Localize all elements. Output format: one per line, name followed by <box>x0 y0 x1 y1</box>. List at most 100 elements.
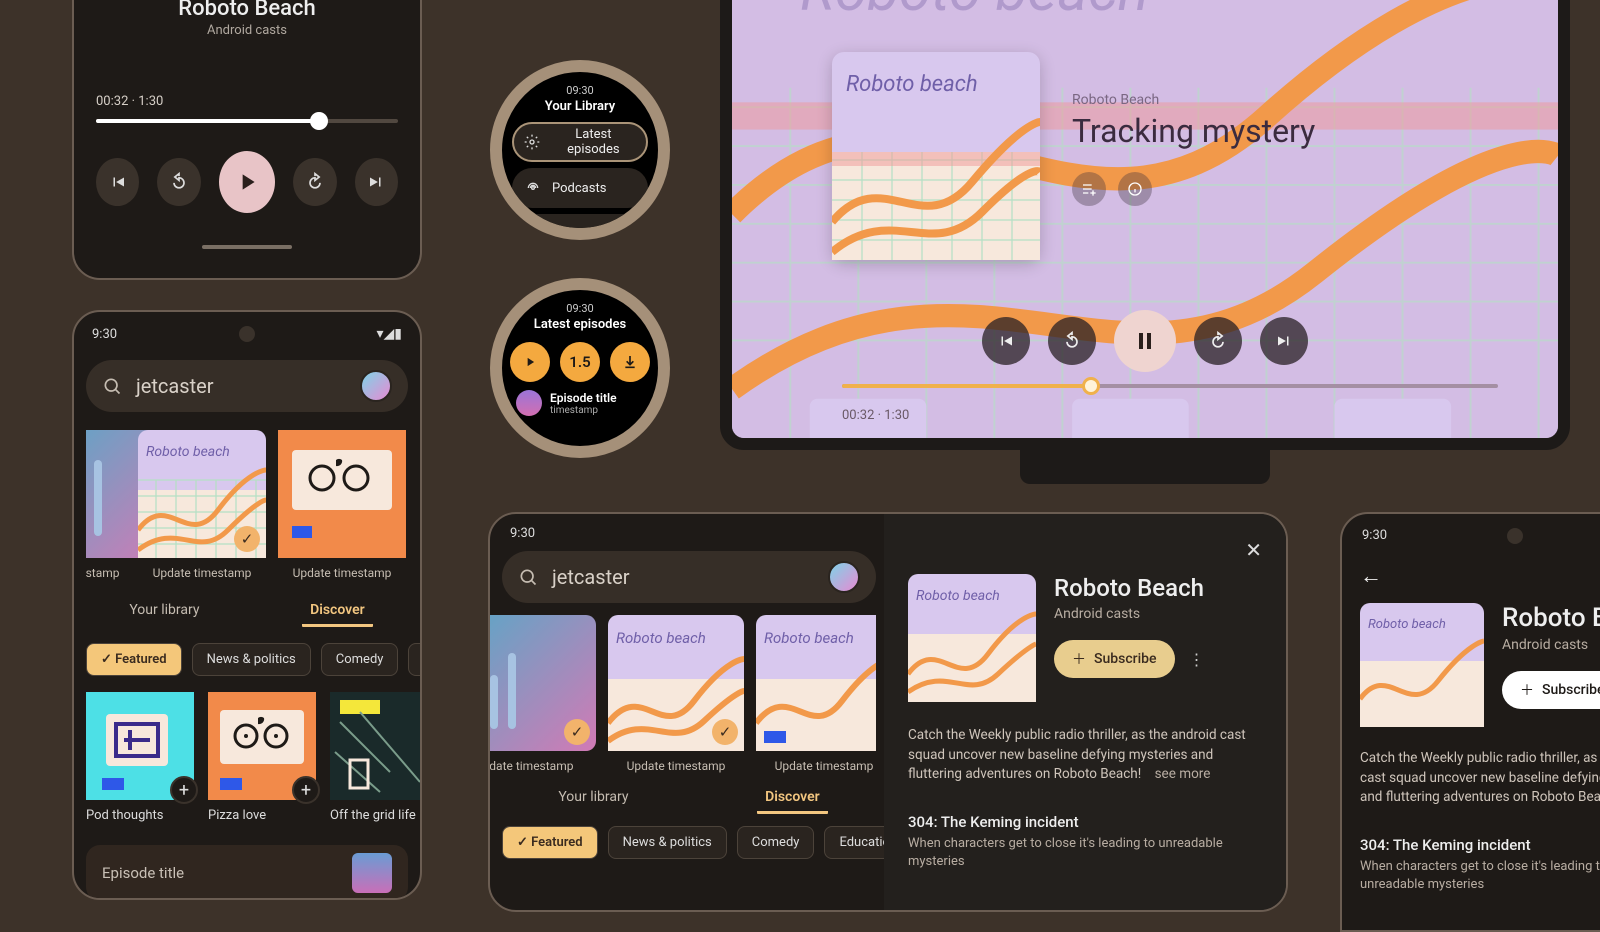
tab-library[interactable]: Your library <box>121 596 207 627</box>
player-title: Roboto Beach <box>96 0 398 21</box>
episode-desc: When characters get to close it's leadin… <box>908 835 1262 871</box>
tab-discover[interactable]: Discover <box>302 596 373 627</box>
grid-card[interactable]: + <box>208 692 316 800</box>
chip-label: Latest episodes <box>551 127 636 157</box>
grid-card[interactable] <box>330 692 420 800</box>
tab-discover[interactable]: Discover <box>757 783 828 814</box>
skip-previous-icon[interactable] <box>96 158 139 206</box>
show-title: Roboto Beach <box>1054 574 1262 602</box>
watch-chip-latest[interactable]: Latest episodes <box>512 122 648 162</box>
tablet-player-mockup: Roboto beach Roboto beach Roboto Beach T… <box>720 0 1570 450</box>
chip-comedy[interactable]: Comedy <box>737 826 815 859</box>
gesture-handle[interactable] <box>202 245 292 249</box>
show-publisher: Android casts <box>1502 637 1600 653</box>
search-icon <box>518 567 538 587</box>
player-show: Roboto Beach <box>1072 92 1315 108</box>
close-icon[interactable]: ✕ <box>1245 538 1262 562</box>
watch-chip-queue[interactable]: Queue <box>512 214 648 240</box>
episode-title: 304: The Keming incident <box>1360 836 1600 854</box>
search-bar[interactable]: jetcaster <box>86 360 408 412</box>
show-title: Roboto B <box>1502 603 1600 633</box>
search-text: jetcaster <box>136 374 346 398</box>
skip-next-icon[interactable] <box>1260 317 1308 365</box>
show-cover: Roboto beach <box>1360 603 1484 727</box>
check-icon: ✓ <box>712 719 738 745</box>
chip-education[interactable]: E <box>408 643 420 676</box>
chip-featured[interactable]: Featured <box>502 826 598 859</box>
watch-episode-item[interactable]: Episode title timestamp <box>502 382 658 424</box>
episode-title: Episode title <box>102 864 184 882</box>
watch-time: 09:30 <box>502 84 658 97</box>
watch-title: Your Library <box>502 99 658 114</box>
watch-title: Latest episodes <box>502 317 658 332</box>
more-icon[interactable]: ⋮ <box>1189 650 1205 669</box>
progress-slider[interactable] <box>96 119 398 123</box>
phone-show-detail-mockup: 9:30 ← Roboto beach Roboto B Android cas… <box>1340 512 1600 932</box>
phone-discover-mockup: 9:30 ▾◢▮ jetcaster ✓ e timestamp Roboto … <box>72 310 422 900</box>
card-caption: pdate timestamp <box>488 759 596 773</box>
grid-card[interactable]: + <box>86 692 194 800</box>
player-subtitle: Android casts <box>96 23 398 38</box>
podcast-card[interactable]: Roboto beach ✓ <box>138 430 266 558</box>
status-time: 9:30 <box>92 327 117 342</box>
grid-caption: Off the grid life <box>330 808 420 823</box>
speed-button[interactable]: 1.5 <box>560 342 600 382</box>
replay-10-icon[interactable] <box>1048 317 1096 365</box>
chip-comedy[interactable]: Comedy <box>321 643 399 676</box>
check-icon: ✓ <box>234 526 260 552</box>
download-icon[interactable] <box>610 342 650 382</box>
subscribe-button[interactable]: ＋Subscribe <box>1054 640 1175 678</box>
episode-item[interactable]: 304: The Keming incident When characters… <box>1360 836 1600 894</box>
playlist-add-icon[interactable] <box>1072 172 1106 206</box>
phone-player-mockup: Roboto Beach Android casts 00:32 · 1:30 <box>72 0 422 280</box>
podcast-card[interactable]: Roboto beach ✓ <box>608 615 744 751</box>
episode-thumb <box>352 853 392 893</box>
forward-10-icon[interactable] <box>293 158 336 206</box>
gear-icon <box>524 133 541 151</box>
play-icon[interactable] <box>219 151 275 213</box>
card-caption: Update timestamp <box>138 566 266 580</box>
play-icon[interactable] <box>510 342 550 382</box>
skip-previous-icon[interactable] <box>982 317 1030 365</box>
add-icon[interactable]: + <box>292 776 320 804</box>
watch-chip-podcasts[interactable]: Podcasts <box>512 168 648 208</box>
profile-avatar[interactable] <box>828 561 860 593</box>
subscribe-button[interactable]: ＋Subscribe <box>1502 671 1600 709</box>
profile-avatar[interactable] <box>360 370 392 402</box>
player-title: Tracking mystery <box>1072 112 1315 150</box>
time-label: 00:32 · 1:30 <box>96 94 398 109</box>
episode-avatar <box>516 390 542 416</box>
now-playing-bar[interactable]: Episode title <box>86 845 408 900</box>
card-caption: e timestamp <box>86 566 126 580</box>
episode-item[interactable]: 304: The Keming incident When characters… <box>908 813 1262 871</box>
chip-news[interactable]: News & politics <box>192 643 311 676</box>
pause-icon[interactable] <box>1114 310 1176 372</box>
add-icon[interactable]: + <box>170 776 198 804</box>
plus-icon: ＋ <box>1072 649 1086 669</box>
card-caption: Update timestamp <box>278 566 406 580</box>
see-more-link[interactable]: see more <box>1155 766 1211 782</box>
back-icon[interactable]: ← <box>1360 563 1600 589</box>
episode-title: Episode title <box>550 391 617 405</box>
replay-10-icon[interactable] <box>157 158 200 206</box>
grid-caption: Pod thoughts <box>86 808 194 823</box>
episode-title: 304: The Keming incident <box>908 813 1262 831</box>
episode-timestamp: timestamp <box>550 405 617 416</box>
chip-featured[interactable]: Featured <box>86 643 182 676</box>
forward-10-icon[interactable] <box>1194 317 1242 365</box>
album-art: Roboto beach <box>832 52 1040 260</box>
show-description: Catch the Weekly public radio thriller, … <box>1360 749 1600 808</box>
tab-library[interactable]: Your library <box>550 783 636 814</box>
progress-slider[interactable] <box>842 384 1498 388</box>
watch-time: 09:30 <box>502 302 658 315</box>
skip-next-icon[interactable] <box>355 158 398 206</box>
chip-news[interactable]: News & politics <box>608 826 727 859</box>
chip-education[interactable]: Educatio <box>824 826 888 859</box>
tab-bar: Your library Discover <box>74 596 420 627</box>
podcast-card[interactable]: Roboto beach <box>756 615 876 751</box>
chip-label: Podcasts <box>552 181 606 196</box>
podcast-card[interactable]: ✓ <box>488 615 596 751</box>
podcast-card[interactable] <box>278 430 406 558</box>
info-icon[interactable] <box>1118 172 1152 206</box>
status-time: 9:30 <box>510 526 535 541</box>
